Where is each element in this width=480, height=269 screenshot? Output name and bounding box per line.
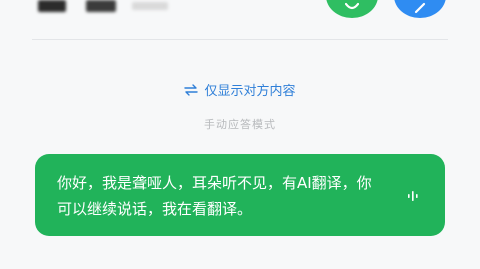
toggle-label: 仅显示对方内容 (204, 84, 296, 99)
voice-wave-icon[interactable] (407, 190, 419, 202)
call-button[interactable] (326, 0, 378, 18)
top-bar (0, 0, 480, 22)
send-button[interactable] (394, 0, 446, 18)
swap-icon (184, 83, 199, 96)
message-text: 你好，我是聋哑人，耳朵听不见，有AI翻译，你可以继续说话，我在看翻译。 (57, 174, 372, 218)
blurred-contact-name (86, 0, 116, 12)
divider (32, 39, 448, 40)
translation-screen: 仅显示对方内容 手动应答模式 你好，我是聋哑人，耳朵听不见，有AI翻译，你可以继… (0, 0, 480, 269)
blurred-contact-name (38, 0, 66, 12)
send-icon (414, 2, 426, 14)
mode-label: 手动应答模式 (204, 118, 276, 131)
show-other-only-toggle[interactable]: 仅显示对方内容 (0, 80, 480, 99)
phone-icon (345, 2, 359, 10)
blurred-contact-info (132, 2, 168, 10)
message-bubble[interactable]: 你好，我是聋哑人，耳朵听不见，有AI翻译，你可以继续说话，我在看翻译。 (35, 154, 445, 236)
